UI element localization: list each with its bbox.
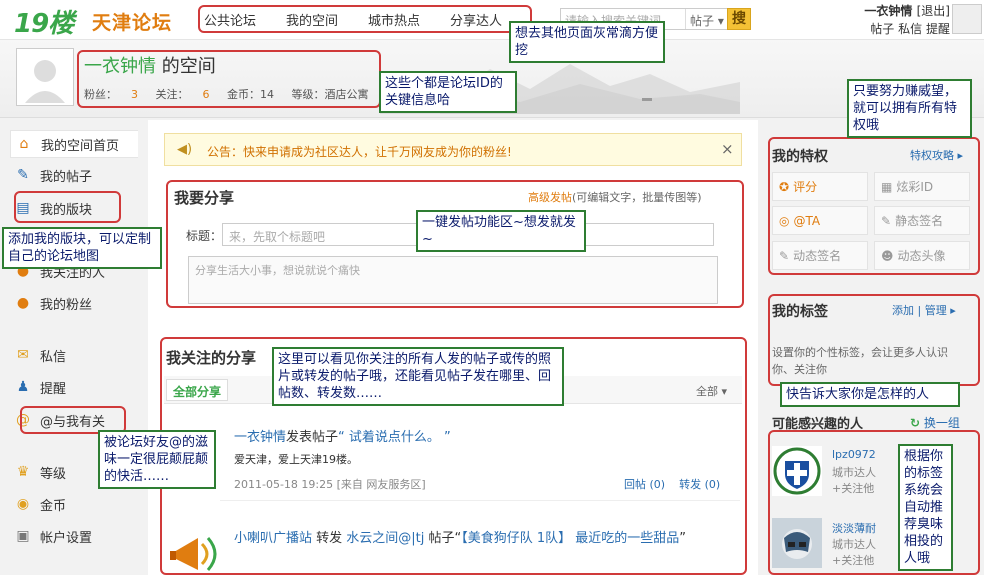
site-logo[interactable]: 19楼 — [14, 3, 74, 40]
user-area: 一衣钟情 [退出] 帖子 私信 提醒 — [845, 2, 950, 37]
speaker-icon: ◀) — [177, 142, 193, 157]
house-icon: ⌂ — [19, 136, 29, 152]
user-avatar[interactable] — [952, 4, 982, 34]
posts-link[interactable]: 帖子 — [870, 22, 894, 36]
search-type-select[interactable]: 帖子 ▾ — [685, 9, 727, 29]
sidebar-item-reminders[interactable]: ♟ 提醒 — [10, 373, 138, 401]
sidebar-item-account-settings[interactable]: ▣ 帐户设置 — [10, 522, 138, 550]
sidebar-label: 我的帖子 — [40, 169, 93, 185]
mail-icon: ✉ — [17, 347, 29, 363]
annotation-box-topnav — [198, 5, 532, 33]
announcement-text[interactable]: 公告：快来申请成为社区达人，让千万网友成为你的粉丝! — [207, 143, 512, 160]
annotation-note-tags: 快告诉大家你是怎样的人 — [780, 382, 960, 407]
announcement-bar: ◀) 公告：快来申请成为社区达人，让千万网友成为你的粉丝! × — [164, 133, 742, 166]
post-icon: ✎ — [17, 167, 29, 183]
search-button[interactable]: 搜 — [727, 8, 751, 30]
sidebar-label: 金币 — [40, 498, 67, 514]
annotation-box-my-boards — [14, 191, 121, 223]
username[interactable]: 一衣钟情 — [864, 4, 912, 18]
coin-icon: ◉ — [16, 496, 30, 512]
annotation-note-profile: 这些个都是论坛ID的关键信息哈 — [379, 71, 517, 113]
sidebar-label: 私信 — [40, 349, 67, 365]
annotation-box-tags — [768, 294, 980, 386]
sidebar-item-home[interactable]: ⌂ 我的空间首页 — [10, 130, 138, 158]
annotation-box-profile — [77, 50, 381, 108]
sidebar-label: 提醒 — [40, 381, 67, 397]
logout-link[interactable]: [退出] — [917, 4, 950, 18]
annotation-note-topnav: 想去其他页面灰常滴方便挖 — [509, 21, 665, 63]
sidebar-label: 帐户设置 — [40, 530, 93, 546]
annotation-note-share: 一键发帖功能区~想发就发~ — [416, 210, 586, 252]
sidebar-label: 等级 — [40, 466, 67, 482]
crown-icon: ♛ — [16, 464, 30, 480]
fans-icon: ● — [16, 295, 30, 311]
sidebar-item-messages[interactable]: ✉ 私信 — [10, 341, 138, 369]
sidebar-item-my-posts[interactable]: ✎ 我的帖子 — [10, 161, 138, 189]
refresh-icon: ↻ — [910, 416, 921, 430]
reminders-link[interactable]: 提醒 — [926, 22, 950, 36]
change-group-label: 换一组 — [923, 416, 960, 430]
messages-link[interactable]: 私信 — [898, 22, 922, 36]
change-group-button[interactable]: ↻ 换一组 — [910, 414, 960, 431]
annotation-note-privileges: 只要努力赚威望，就可以拥有所有特权哦 — [847, 79, 972, 138]
site-name[interactable]: 天津论坛 — [92, 8, 172, 35]
sidebar-label: 我的粉丝 — [40, 297, 93, 313]
sidebar-label: 我的空间首页 — [41, 138, 120, 154]
annotation-box-privileges — [768, 137, 980, 275]
bell-icon: ♟ — [16, 379, 30, 395]
gear-icon: ▣ — [16, 528, 30, 544]
annotation-note-at-me: 被论坛好友@的滋味一定很屁颠屁颠的快活…… — [98, 430, 216, 489]
annotation-note-my-boards: 添加我的版块，可以定制自己的论坛地图 — [2, 227, 162, 269]
sidebar-item-fans[interactable]: ● 我的粉丝 — [10, 289, 138, 317]
annotation-note-feed: 这里可以看见你关注的所有人发的帖子或传的照片或转发的帖子哦，还能看见帖子发在哪里… — [272, 347, 564, 406]
sidebar-item-coins[interactable]: ◉ 金币 — [10, 490, 138, 518]
profile-avatar[interactable] — [16, 48, 74, 106]
close-icon[interactable]: × — [721, 140, 734, 158]
annotation-note-interest: 根据你的标签系统会自动推荐臭味相投的人哦 — [898, 444, 953, 571]
